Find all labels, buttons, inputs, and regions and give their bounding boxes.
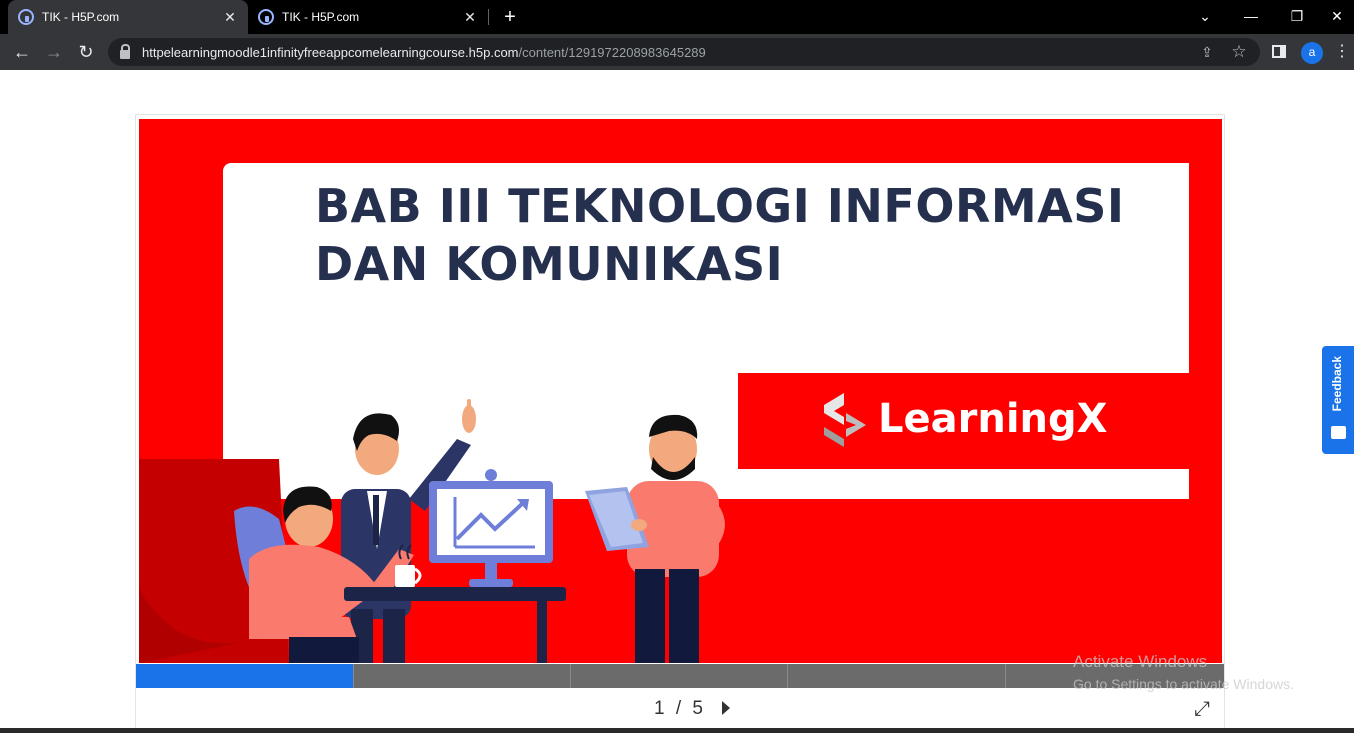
h5p-favicon-icon (258, 9, 274, 25)
feedback-chat-icon (1331, 426, 1346, 439)
side-panel-icon[interactable] (1272, 45, 1286, 58)
slide-counter: 1 / 5 (654, 698, 706, 719)
activate-windows-watermark: Activate Windows Go to Settings to activ… (1073, 652, 1294, 696)
url-text[interactable]: httpelearningmoodle1infinityfreeappcomel… (142, 45, 706, 60)
tab-close-icon[interactable]: ✕ (222, 9, 238, 26)
new-tab-button[interactable]: + (499, 4, 521, 30)
watermark-subtitle: Go to Settings to activate Windows. (1073, 676, 1294, 692)
close-window-button[interactable]: ✕ (1320, 0, 1354, 34)
progress-segment-1[interactable] (136, 664, 354, 688)
address-bar[interactable]: httpelearningmoodle1infinityfreeappcomel… (108, 38, 1260, 66)
feedback-label: Feedback (1330, 356, 1344, 412)
progress-segment-2[interactable] (354, 664, 571, 688)
reload-button[interactable]: ↻ (72, 38, 100, 66)
next-slide-arrow-icon[interactable] (722, 701, 730, 715)
feedback-button[interactable]: Feedback (1322, 346, 1354, 454)
h5p-favicon-icon (18, 9, 34, 25)
office-team-illustration (139, 399, 725, 663)
lock-icon[interactable] (120, 43, 130, 59)
share-icon[interactable]: ⇪ (1196, 41, 1218, 63)
fullscreen-icon[interactable]: ⤢ (1190, 697, 1214, 721)
tab-title: TIK - H5P.com (42, 10, 120, 24)
watermark-title: Activate Windows (1073, 652, 1208, 671)
browser-tab-inactive[interactable]: TIK - H5P.com ✕ (248, 0, 488, 34)
url-path: /content/1291972208983645289 (518, 44, 706, 60)
tab-search-chevron-icon[interactable]: ⌄ (1182, 0, 1228, 34)
tab-separator (488, 9, 489, 25)
url-host: httpelearningmoodle1infinityfreeappcomel… (142, 44, 519, 60)
os-taskbar-edge (0, 728, 1354, 733)
slide-canvas: BAB III TEKNOLOGI INFORMASI DAN KOMUNIKA… (139, 119, 1222, 663)
browser-tab-strip: TIK - H5P.com ✕ TIK - H5P.com ✕ + ⌄ — ❐ … (0, 0, 1354, 34)
progress-segment-4[interactable] (788, 664, 1006, 688)
h5p-course-presentation: BAB III TEKNOLOGI INFORMASI DAN KOMUNIKA… (135, 114, 1225, 733)
browser-tab-active[interactable]: TIK - H5P.com ✕ (8, 0, 248, 34)
tab-close-icon[interactable]: ✕ (462, 9, 478, 26)
browser-toolbar: ← → ↻ httpelearningmoodle1infinityfreeap… (0, 34, 1354, 70)
profile-avatar[interactable]: a (1301, 42, 1323, 64)
bookmark-star-icon[interactable]: ☆ (1228, 41, 1250, 63)
forward-button[interactable]: → (40, 38, 68, 66)
tab-title: TIK - H5P.com (282, 10, 360, 24)
restore-button[interactable]: ❐ (1274, 0, 1320, 34)
slide-progress-bar (136, 664, 1224, 688)
back-button[interactable]: ← (8, 38, 36, 66)
progress-segment-3[interactable] (571, 664, 788, 688)
browser-menu-icon[interactable]: ⋮ (1334, 40, 1350, 64)
minimize-button[interactable]: — (1228, 0, 1274, 34)
